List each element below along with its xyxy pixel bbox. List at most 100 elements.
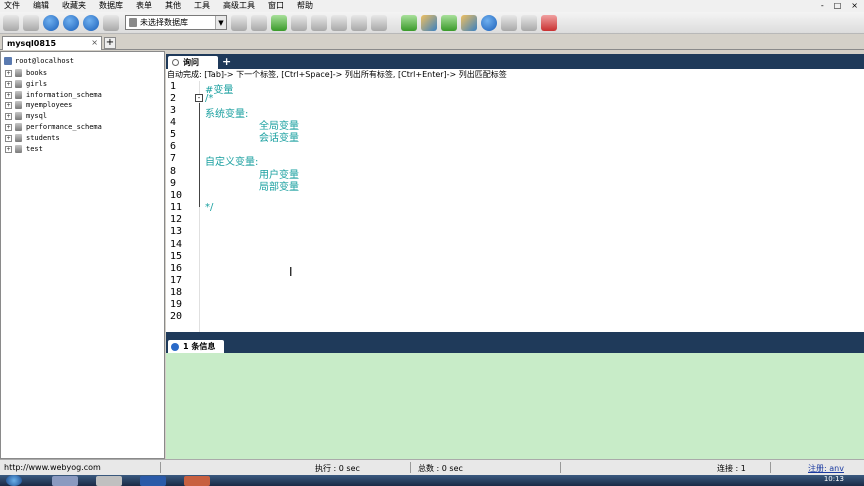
tree-root[interactable]: root@localhost xyxy=(4,57,74,65)
expand-icon[interactable]: + xyxy=(5,91,12,99)
fold-toggle-icon[interactable]: - xyxy=(195,94,203,102)
expand-icon[interactable]: + xyxy=(5,112,12,120)
database-icon xyxy=(15,134,22,142)
database-select[interactable]: 未选择数据库 ▼ xyxy=(125,15,227,30)
taskbar-app-icon[interactable] xyxy=(96,476,122,486)
tab-messages[interactable]: 1 条信息 xyxy=(168,340,224,353)
tree-item-label: students xyxy=(26,134,60,142)
execute-edit-icon[interactable] xyxy=(83,14,99,31)
add-query-tab-button[interactable]: + xyxy=(222,55,231,68)
code-line-11: */ xyxy=(205,202,214,213)
columns-icon[interactable] xyxy=(331,14,347,31)
tree-item-students[interactable]: + students xyxy=(5,133,60,143)
object-browser: root@localhost + books + girls + informatio… xyxy=(0,51,165,459)
line-number: 2 xyxy=(170,93,177,104)
monitor-icon[interactable] xyxy=(541,14,557,31)
tab-messages-label: 1 条信息 xyxy=(183,342,216,351)
schema-icon[interactable] xyxy=(371,14,387,31)
menu-advanced-tools[interactable]: 高级工具 xyxy=(223,0,255,12)
copy-database-icon[interactable] xyxy=(441,14,457,31)
query-editor[interactable]: 1 2 3 4 5 6 7 8 9 10 11 12 13 14 15 16 1… xyxy=(166,81,864,332)
expand-icon[interactable]: + xyxy=(5,134,12,142)
new-connection-icon[interactable] xyxy=(3,14,19,31)
expand-icon[interactable]: + xyxy=(5,101,12,109)
chevron-down-icon[interactable]: ▼ xyxy=(215,16,226,29)
tree-item-information-schema[interactable]: + information_schema xyxy=(5,90,102,100)
line-number-gutter: 1 2 3 4 5 6 7 8 9 10 11 12 13 14 15 16 1… xyxy=(166,81,200,332)
line-number: 8 xyxy=(170,166,177,177)
tree-item-label: test xyxy=(26,145,43,153)
new-query-icon[interactable] xyxy=(23,14,39,31)
minimize-button[interactable]: - xyxy=(821,1,824,10)
messages-panel xyxy=(166,353,864,459)
close-icon[interactable]: × xyxy=(91,38,98,47)
drop-database-icon[interactable] xyxy=(291,14,307,31)
database-icon xyxy=(15,101,22,109)
menu-database[interactable]: 数据库 xyxy=(99,0,123,12)
maximize-button[interactable]: □ xyxy=(834,1,842,10)
taskbar-app-icon[interactable] xyxy=(52,476,78,486)
add-connection-button[interactable]: + xyxy=(104,37,116,49)
user-icon[interactable] xyxy=(231,14,247,31)
table-icon[interactable] xyxy=(311,14,327,31)
close-button[interactable]: × xyxy=(851,1,858,10)
add-database-icon[interactable] xyxy=(271,14,287,31)
line-number: 3 xyxy=(170,105,177,116)
taskbar-app-icon[interactable] xyxy=(184,476,210,486)
taskbar-app-icon[interactable] xyxy=(140,476,166,486)
menu-table[interactable]: 表单 xyxy=(136,0,152,12)
designer-icon[interactable] xyxy=(481,14,497,31)
text-cursor-icon: I xyxy=(289,265,293,279)
tree-item-girls[interactable]: + girls xyxy=(5,79,47,89)
panel-splitter[interactable] xyxy=(166,332,864,339)
menu-window[interactable]: 窗口 xyxy=(268,0,284,12)
connection-tab-strip: mysql0815 × + xyxy=(0,35,864,50)
connection-tab-label: mysql0815 xyxy=(7,39,57,48)
tree-item-mysql[interactable]: + mysql xyxy=(5,111,47,121)
import-icon[interactable] xyxy=(401,14,417,31)
backup-icon[interactable] xyxy=(501,14,517,31)
os-taskbar: 10:13 xyxy=(0,475,864,486)
index-icon[interactable] xyxy=(351,14,367,31)
expand-icon[interactable]: + xyxy=(5,69,12,77)
execute-query-icon[interactable] xyxy=(43,14,59,31)
scheduler-icon[interactable] xyxy=(521,14,537,31)
status-exec-time: 执行 : 0 sec xyxy=(315,464,360,473)
menu-help[interactable]: 帮助 xyxy=(297,0,313,12)
expand-icon[interactable]: + xyxy=(5,80,12,88)
line-number: 5 xyxy=(170,129,177,140)
menu-file[interactable]: 文件 xyxy=(4,0,20,12)
status-separator xyxy=(770,462,771,473)
tree-item-myemployees[interactable]: + myemployees xyxy=(5,100,72,110)
result-tab-strip: 1 条信息 xyxy=(166,339,864,353)
tree-item-label: girls xyxy=(26,80,48,88)
tree-item-performance-schema[interactable]: + performance_schema xyxy=(5,122,102,132)
code-line-9: 局部变量 xyxy=(259,182,299,193)
menu-tools[interactable]: 工具 xyxy=(194,0,210,12)
menu-edit[interactable]: 编辑 xyxy=(33,0,49,12)
refresh-icon[interactable] xyxy=(251,14,267,31)
stop-icon[interactable] xyxy=(103,14,119,31)
connection-tab[interactable]: mysql0815 × xyxy=(2,36,102,50)
expand-icon[interactable]: + xyxy=(5,123,12,131)
database-icon xyxy=(15,69,22,77)
menu-other[interactable]: 其他 xyxy=(165,0,181,12)
status-url[interactable]: http://www.webyog.com xyxy=(4,463,101,472)
start-button-icon[interactable] xyxy=(6,475,22,486)
database-select-value: 未选择数据库 xyxy=(140,18,188,27)
sync-icon[interactable] xyxy=(421,14,437,31)
code-line-5: 会话变量 xyxy=(259,133,299,144)
status-total-time: 总数 : 0 sec xyxy=(418,464,463,473)
expand-icon[interactable]: + xyxy=(5,145,12,153)
database-icon xyxy=(15,91,22,99)
migration-icon[interactable] xyxy=(461,14,477,31)
execute-all-icon[interactable] xyxy=(63,14,79,31)
database-icon xyxy=(15,145,22,153)
line-number: 14 xyxy=(170,239,183,250)
tree-item-test[interactable]: + test xyxy=(5,144,43,154)
database-icon xyxy=(15,80,22,88)
menu-favorites[interactable]: 收藏夹 xyxy=(62,0,86,12)
tree-item-books[interactable]: + books xyxy=(5,68,47,78)
registration-link[interactable]: 注册: anv xyxy=(808,463,844,474)
tab-query[interactable]: 询问 xyxy=(168,56,218,69)
